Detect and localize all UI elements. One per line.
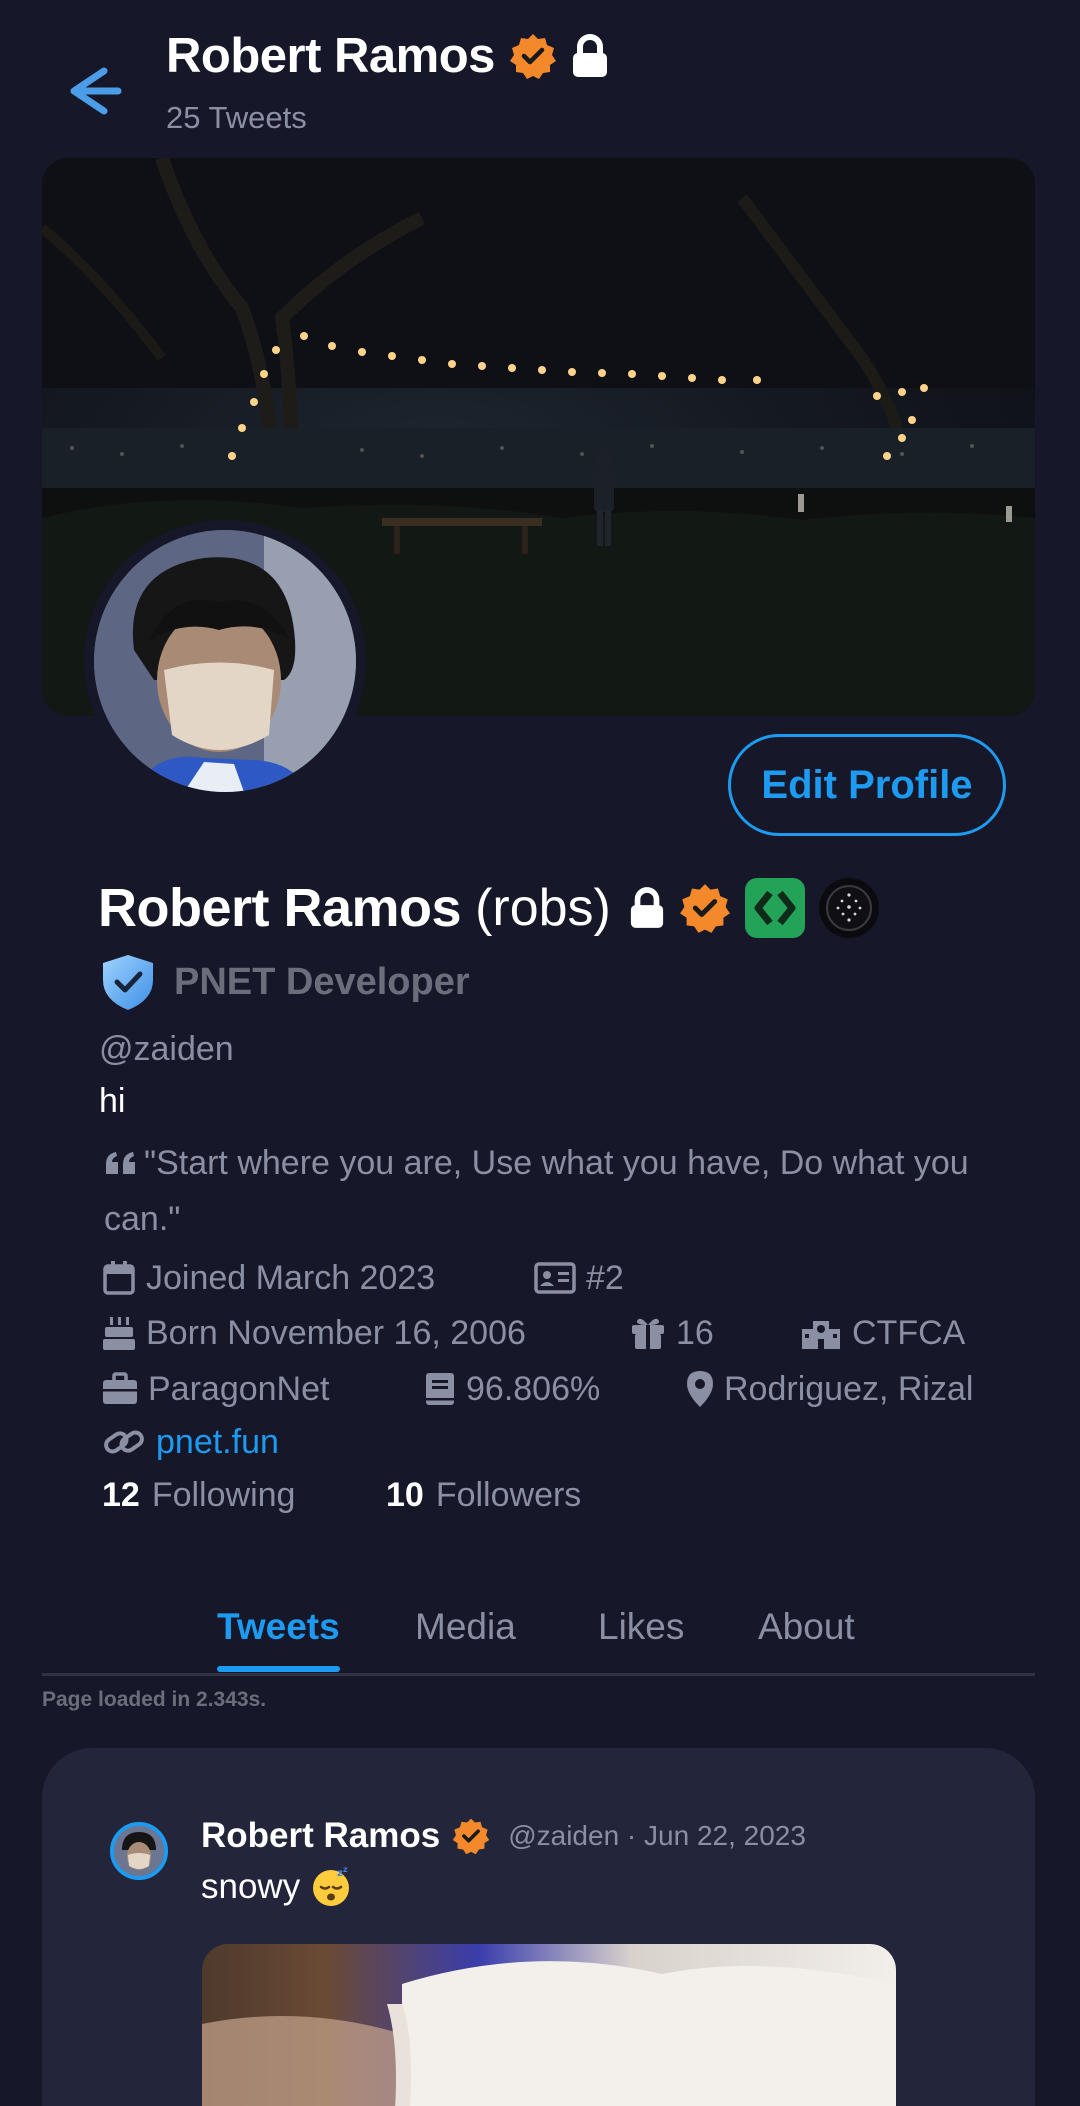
school-info: CTFCA (800, 1309, 965, 1357)
svg-text:z: z (343, 1866, 348, 1874)
location-pin-icon (687, 1371, 713, 1407)
avatar-image (94, 530, 356, 792)
verified-badge-icon (453, 1818, 490, 1855)
nickname: (robs) (475, 879, 611, 937)
tweet-text: snowy (201, 1867, 301, 1906)
tab-tweets[interactable]: Tweets (217, 1606, 340, 1672)
org-badge-icon (818, 878, 879, 938)
tab-likes[interactable]: Likes (598, 1606, 684, 1668)
briefcase-icon (103, 1372, 137, 1404)
lock-icon (572, 34, 607, 77)
tweet-meta: @zaiden · Jun 22, 2023 (508, 1820, 806, 1851)
percentage: 96.806% (466, 1369, 601, 1408)
tweet-media-image[interactable] (202, 1944, 896, 2106)
tab-media[interactable]: Media (415, 1606, 516, 1668)
tweet-count: 25 Tweets (166, 100, 307, 135)
tab-about[interactable]: About (758, 1606, 855, 1668)
profile-quote: "Start where you are, Use what you have,… (104, 1136, 984, 1246)
followers-count: 10 (386, 1476, 424, 1514)
verified-badge-icon (679, 884, 730, 933)
age: 16 (676, 1313, 714, 1352)
lock-icon (630, 887, 663, 928)
work-info: ParagonNet (102, 1365, 329, 1413)
calendar-icon (103, 1261, 135, 1295)
id-card-icon (534, 1262, 576, 1294)
percentage-info: 96.806% (424, 1365, 600, 1413)
followers-label: Followers (435, 1476, 582, 1514)
gift-icon (632, 1318, 664, 1349)
tweet-body: snowy z z (201, 1866, 352, 1908)
tweet-author-name[interactable]: Robert Ramos (201, 1816, 440, 1856)
app-badge-icon (744, 878, 805, 938)
book-icon (426, 1373, 454, 1405)
age-info: 16 (630, 1309, 714, 1357)
birthday-info: Born November 16, 2006 (102, 1309, 526, 1357)
profile-bio: hi (99, 1082, 126, 1120)
profile-name-row: Robert Ramos (robs) (98, 872, 879, 944)
profile-handle: @zaiden (99, 1030, 234, 1068)
quote-text: "Start where you are, Use what you have,… (104, 1144, 969, 1238)
tweet-header: Robert Ramos @zaiden · Jun 22, 2023 (201, 1808, 806, 1864)
joined-date: Joined March 2023 (146, 1258, 436, 1297)
edit-profile-button[interactable]: Edit Profile (728, 734, 1006, 836)
sleeping-face-emoji: z z (313, 1866, 350, 1906)
back-button[interactable] (62, 60, 126, 124)
arrow-left-icon (70, 67, 122, 115)
website-link[interactable]: pnet.fun (156, 1423, 279, 1462)
workplace: ParagonNet (148, 1369, 330, 1408)
verified-badge-icon (509, 34, 556, 79)
profile-tabs: Tweets Media Likes About (42, 1600, 1035, 1676)
display-name: Robert Ramos (98, 878, 462, 938)
header-name: Robert Ramos (166, 29, 495, 83)
header-title: Robert Ramos (166, 22, 609, 90)
joined-info: Joined March 2023 (102, 1254, 435, 1302)
cake-icon (103, 1317, 135, 1350)
following-stat[interactable]: 12 Following (102, 1476, 295, 1515)
id-number: #2 (586, 1258, 624, 1297)
profile-page: Robert Ramos 25 Tweets Edit Profile Robe… (0, 0, 1080, 2106)
profile-avatar[interactable] (84, 520, 366, 802)
birth-date: Born November 16, 2006 (146, 1313, 526, 1352)
link-icon (104, 1430, 144, 1454)
website-info: pnet.fun (102, 1418, 279, 1466)
location-info: Rodriguez, Rizal (686, 1365, 973, 1413)
role-label: PNET Developer (174, 960, 470, 1003)
top-bar: Robert Ramos 25 Tweets (0, 0, 1080, 150)
tweet-author-avatar[interactable] (110, 1822, 168, 1880)
role-row: PNET Developer (98, 950, 470, 1014)
followers-stat[interactable]: 10 Followers (386, 1476, 581, 1515)
page-load-time: Page loaded in 2.343s. (42, 1688, 267, 1711)
id-number-info: #2 (534, 1254, 624, 1302)
location: Rodriguez, Rizal (724, 1369, 974, 1408)
school: CTFCA (852, 1313, 966, 1352)
school-icon (802, 1321, 840, 1349)
quote-icon (104, 1138, 144, 1192)
following-count: 12 (102, 1476, 140, 1514)
following-label: Following (151, 1476, 296, 1514)
shield-check-icon (103, 955, 153, 1010)
